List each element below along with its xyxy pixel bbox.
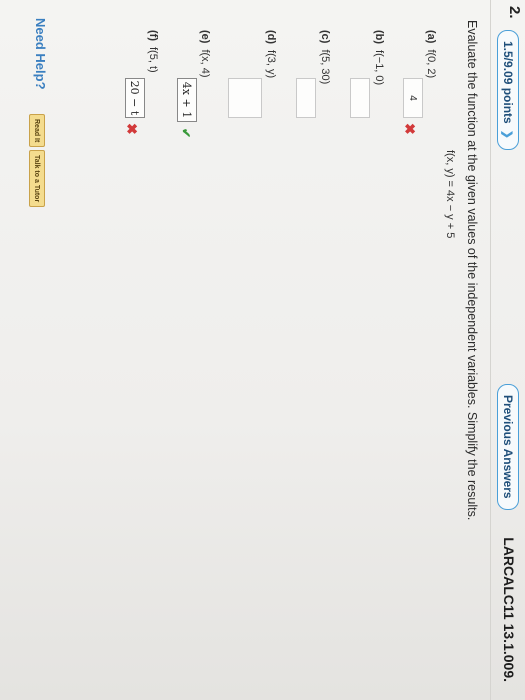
part-e-label: (e)	[199, 30, 211, 44]
points-label: 1.5/9.09 points	[501, 41, 515, 124]
header-divider	[490, 0, 491, 700]
previous-answers-label: Previous Answers	[501, 395, 515, 499]
part-f-prompt: (f) f(5, t)	[147, 30, 159, 73]
part-f-label: (f)	[147, 30, 159, 41]
part-c-answer-field[interactable]	[296, 78, 316, 118]
check-icon: ✔	[179, 128, 193, 139]
problem-reference: LARCALC11 13.1.009.	[501, 537, 517, 682]
part-d-expr: f(3, y)	[265, 50, 277, 79]
part-c-label: (c)	[319, 30, 331, 44]
chevron-down-icon: ❯	[501, 129, 514, 139]
part-f-answer-field[interactable]: 20 − t	[125, 78, 145, 118]
part-a-prompt: (a) f(0, 2)	[425, 30, 437, 78]
need-help-label: Need Help?	[33, 18, 48, 90]
part-c-prompt: (c) f(5, 30)	[319, 30, 331, 84]
incorrect-icon: ✖	[402, 123, 418, 135]
question-number: 2.	[506, 6, 523, 19]
function-definition: f(x, y) = 4x − y + 5	[444, 150, 456, 239]
part-e-answer-field[interactable]: 4x + 1	[177, 78, 197, 122]
part-b-expr: f(−1, 0)	[373, 50, 385, 86]
part-d-label: (d)	[265, 30, 277, 45]
previous-answers-button[interactable]: Previous Answers	[497, 384, 519, 510]
part-b-label: (b)	[373, 30, 385, 45]
part-b-answer-field[interactable]	[350, 78, 370, 118]
part-a-answer-field[interactable]: 4	[403, 78, 423, 118]
part-c-expr: f(5, 30)	[319, 49, 331, 85]
part-d-answer-field[interactable]	[228, 78, 262, 118]
read-it-button[interactable]: Read It	[29, 114, 45, 148]
instructions: Evaluate the function at the given value…	[465, 20, 479, 521]
part-e-expr: f(x, 4)	[199, 49, 211, 78]
part-e-prompt: (e) f(x, 4)	[199, 30, 211, 78]
points-dropdown[interactable]: 1.5/9.09 points ❯	[497, 30, 519, 150]
question-page: 2. 1.5/9.09 points ❯ Previous Answers LA…	[0, 0, 525, 700]
part-a-expr: f(0, 2)	[425, 49, 437, 79]
talk-to-tutor-button[interactable]: Talk to a Tutor	[29, 150, 45, 208]
part-f-expr: f(5, t)	[147, 47, 159, 73]
incorrect-icon: ✖	[124, 123, 140, 135]
part-d-prompt: (d) f(3, y)	[265, 30, 277, 78]
part-a-label: (a)	[425, 30, 437, 44]
part-b-prompt: (b) f(−1, 0)	[373, 30, 385, 85]
